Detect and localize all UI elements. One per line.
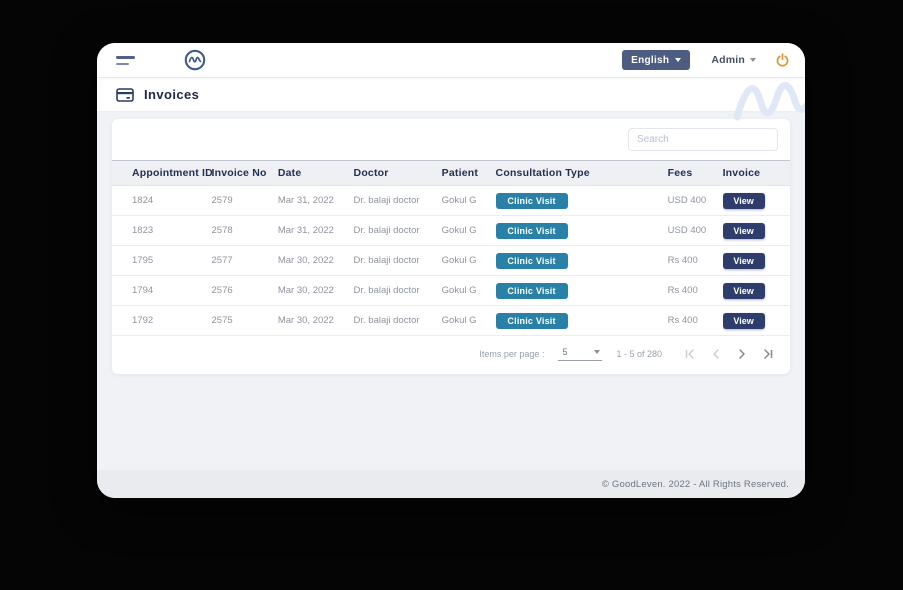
cell-fees: USD 400 [667,225,707,236]
view-invoice-button[interactable]: View [722,252,765,269]
consultation-type-badge: Clinic Visit [495,222,568,239]
table-paginator: Items per page : 5 1 - 5 of 280 [112,336,790,364]
chevron-down-icon [750,58,756,62]
view-invoice-button[interactable]: View [722,282,765,299]
items-per-page-label: Items per page : [479,349,545,359]
view-invoice-button[interactable]: View [722,312,765,329]
cell-invoice-no: 2576 [211,285,233,296]
language-selector-button[interactable]: English [622,50,691,70]
cell-invoice-no: 2575 [211,315,233,326]
previous-page-button[interactable] [708,346,724,362]
cell-doctor: Dr. balaji doctor [353,255,420,266]
cell-date: Mar 31, 2022 [277,225,334,236]
last-page-button[interactable] [760,346,776,362]
cell-patient: Gokul G [441,225,477,236]
language-label: English [631,54,670,66]
footer-bar: © GoodLeven. 2022 - All Rights Reserved. [97,470,805,498]
range-label: 1 - 5 of 280 [616,349,662,359]
invoices-card: Appointment ID Invoice No Date Doctor Pa… [112,119,790,374]
header-patient: Patient [441,167,479,179]
cell-doctor: Dr. balaji doctor [353,285,420,296]
header-fees: Fees [667,167,693,179]
admin-menu[interactable]: Admin [711,54,756,66]
copyright-text: © GoodLeven. 2022 - All Rights Reserved. [601,478,789,490]
invoice-card-icon [116,87,134,102]
cell-appointment-id: 1794 [132,285,154,296]
cell-fees: Rs 400 [667,255,698,266]
table-row: 1792 2575 Mar 30, 2022 Dr. balaji doctor… [112,306,790,336]
chevron-down-icon [675,58,682,62]
top-navbar: English Admin [97,43,805,77]
table-header-row: Appointment ID Invoice No Date Doctor Pa… [112,160,790,186]
menu-icon[interactable] [116,56,136,65]
cell-invoice-no: 2579 [211,195,233,206]
next-page-button[interactable] [734,346,750,362]
logout-power-button[interactable] [775,52,790,68]
header-date: Date [277,167,302,179]
consultation-type-badge: Clinic Visit [495,312,568,329]
view-invoice-button[interactable]: View [722,192,765,209]
cell-date: Mar 30, 2022 [277,285,334,296]
cell-patient: Gokul G [441,285,477,296]
admin-label: Admin [711,54,745,66]
table-row: 1794 2576 Mar 30, 2022 Dr. balaji doctor… [112,276,790,306]
consultation-type-badge: Clinic Visit [495,252,568,269]
table-row: 1795 2577 Mar 30, 2022 Dr. balaji doctor… [112,246,790,276]
main-content: Appointment ID Invoice No Date Doctor Pa… [97,112,805,470]
cell-date: Mar 31, 2022 [277,195,334,206]
cell-patient: Gokul G [441,195,477,206]
chevron-down-icon [594,350,601,354]
cell-patient: Gokul G [441,315,477,326]
consultation-type-badge: Clinic Visit [495,192,568,209]
cell-doctor: Dr. balaji doctor [353,195,420,206]
first-page-button[interactable] [682,346,698,362]
cell-patient: Gokul G [441,255,477,266]
header-consultation-type: Consultation Type [495,167,590,179]
cell-date: Mar 30, 2022 [277,255,334,266]
cell-invoice-no: 2577 [211,255,233,266]
header-invoice-no: Invoice No [211,167,267,179]
cell-fees: Rs 400 [667,285,698,296]
table-row: 1824 2579 Mar 31, 2022 Dr. balaji doctor… [112,186,790,216]
table-row: 1823 2578 Mar 31, 2022 Dr. balaji doctor… [112,216,790,246]
cell-fees: USD 400 [667,195,707,206]
page-title-bar: Invoices [97,78,805,112]
cell-appointment-id: 1824 [132,195,154,206]
header-appointment-id: Appointment ID [132,167,212,179]
header-invoice: Invoice [722,167,761,179]
cell-doctor: Dr. balaji doctor [353,225,420,236]
app-logo-icon[interactable] [183,48,207,72]
cell-appointment-id: 1792 [132,315,154,326]
consultation-type-badge: Clinic Visit [495,282,568,299]
cell-date: Mar 30, 2022 [277,315,334,326]
app-window: English Admin Invoices Search Appointmen… [97,43,805,498]
cell-appointment-id: 1823 [132,225,154,236]
search-input[interactable] [628,128,778,151]
page-title: Invoices [144,87,200,102]
page-size-value: 5 [562,347,568,357]
invoices-table: Appointment ID Invoice No Date Doctor Pa… [112,160,790,336]
cell-doctor: Dr. balaji doctor [353,315,420,326]
page-size-select[interactable]: 5 [558,347,603,361]
cell-invoice-no: 2578 [211,225,233,236]
view-invoice-button[interactable]: View [722,222,765,239]
header-doctor: Doctor [353,167,389,179]
cell-appointment-id: 1795 [132,255,154,266]
cell-fees: Rs 400 [667,315,698,326]
